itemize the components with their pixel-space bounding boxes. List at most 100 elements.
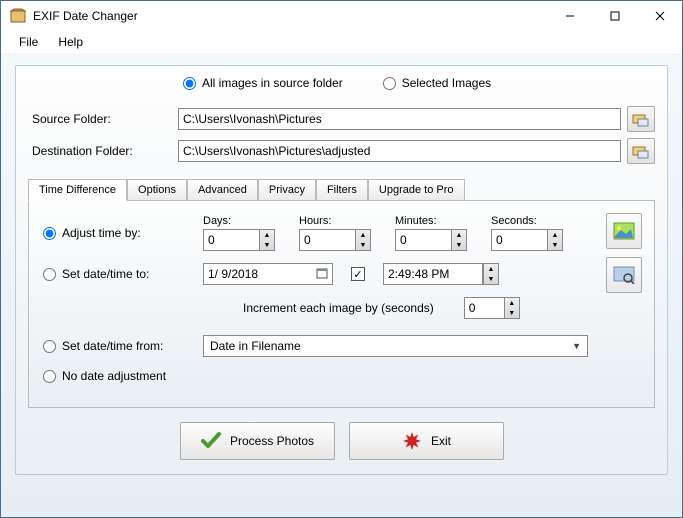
tab-privacy[interactable]: Privacy xyxy=(258,179,316,201)
days-column: Days: ▲▼ xyxy=(203,215,275,251)
folder-icon xyxy=(632,143,650,159)
hours-column: Hours: ▲▼ xyxy=(299,215,371,251)
tab-strip: Time Difference Options Advanced Privacy… xyxy=(28,178,655,200)
set-from-value: Date in Filename xyxy=(210,339,301,353)
set-date-time-row: Set date/time to: 1/ 9/2018 ✓ 2:49:48 PM xyxy=(43,263,640,285)
image-search-button[interactable] xyxy=(606,257,642,293)
time-value: 2:49:48 PM xyxy=(388,267,449,281)
minimize-button[interactable] xyxy=(547,1,592,31)
process-photos-label: Process Photos xyxy=(230,434,314,448)
radio-set-from-input[interactable] xyxy=(43,340,56,353)
radio-set-date-time[interactable]: Set date/time to: xyxy=(43,267,203,281)
folder-icon xyxy=(632,111,650,127)
increment-spinner[interactable]: ▲▼ xyxy=(464,297,520,319)
window-controls xyxy=(547,1,682,31)
radio-adjust-time[interactable]: Adjust time by: xyxy=(43,226,203,240)
set-from-row: Set date/time from: Date in Filename ▼ xyxy=(43,335,640,357)
radio-adjust-time-label: Adjust time by: xyxy=(62,226,141,240)
tab-content-time-difference: Adjust time by: Days: ▲▼ Hours: xyxy=(28,200,655,408)
menu-bar: File Help xyxy=(1,31,682,53)
tab-advanced[interactable]: Advanced xyxy=(187,179,258,201)
set-from-dropdown[interactable]: Date in Filename ▼ xyxy=(203,335,588,357)
hours-label: Hours: xyxy=(299,215,371,227)
image-preview-button[interactable] xyxy=(606,213,642,249)
tab-upgrade[interactable]: Upgrade to Pro xyxy=(368,179,465,201)
search-picture-icon xyxy=(613,266,635,284)
seconds-column: Seconds: ▲▼ xyxy=(491,215,563,251)
radio-all-images-label: All images in source folder xyxy=(202,76,343,90)
radio-all-images-input[interactable] xyxy=(183,77,196,90)
radio-set-date-time-input[interactable] xyxy=(43,268,56,281)
image-selection-radios: All images in source folder Selected Ima… xyxy=(183,76,655,96)
no-adjustment-row: No date adjustment xyxy=(43,369,640,383)
time-spin-arrows[interactable]: ▲▼ xyxy=(483,263,499,285)
destination-folder-label: Destination Folder: xyxy=(28,144,178,158)
date-value: 1/ 9/2018 xyxy=(208,267,258,281)
app-icon xyxy=(9,7,27,25)
minutes-label: Minutes: xyxy=(395,215,467,227)
radio-set-from[interactable]: Set date/time from: xyxy=(43,339,203,353)
destination-browse-button[interactable] xyxy=(627,138,655,164)
date-picker[interactable]: 1/ 9/2018 xyxy=(203,263,333,285)
hours-input[interactable] xyxy=(299,229,355,251)
menu-file[interactable]: File xyxy=(11,33,46,51)
time-picker-wrapper: 2:49:48 PM ▲▼ xyxy=(383,263,499,285)
chevron-down-icon: ▼ xyxy=(572,341,581,351)
source-folder-label: Source Folder: xyxy=(28,112,178,126)
checkmark-icon xyxy=(200,430,222,452)
hours-spin-arrows[interactable]: ▲▼ xyxy=(355,229,371,251)
time-enabled-checkbox[interactable]: ✓ xyxy=(351,267,365,281)
minutes-input[interactable] xyxy=(395,229,451,251)
increment-spin-arrows[interactable]: ▲▼ xyxy=(504,297,520,319)
radio-no-adjustment-label: No date adjustment xyxy=(62,369,166,383)
exit-label: Exit xyxy=(431,434,451,448)
radio-all-images[interactable]: All images in source folder xyxy=(183,76,343,90)
radio-selected-images-input[interactable] xyxy=(383,77,396,90)
menu-help[interactable]: Help xyxy=(50,33,91,51)
destination-folder-input[interactable] xyxy=(178,140,621,162)
seconds-spin-arrows[interactable]: ▲▼ xyxy=(547,229,563,251)
exit-button[interactable]: Exit xyxy=(349,422,504,460)
picture-icon xyxy=(613,222,635,240)
days-label: Days: xyxy=(203,215,275,227)
seconds-spinner[interactable]: ▲▼ xyxy=(491,229,563,251)
side-buttons xyxy=(606,213,642,293)
tab-options[interactable]: Options xyxy=(127,179,187,201)
tab-filters[interactable]: Filters xyxy=(316,179,368,201)
main-window: EXIF Date Changer File Help All images i… xyxy=(0,0,683,518)
bottom-buttons: Process Photos xyxy=(28,422,655,460)
minutes-spin-arrows[interactable]: ▲▼ xyxy=(451,229,467,251)
minutes-spinner[interactable]: ▲▼ xyxy=(395,229,467,251)
source-browse-button[interactable] xyxy=(627,106,655,132)
seconds-input[interactable] xyxy=(491,229,547,251)
process-photos-button[interactable]: Process Photos xyxy=(180,422,335,460)
time-picker[interactable]: 2:49:48 PM xyxy=(383,263,483,285)
destination-folder-row: Destination Folder: xyxy=(28,138,655,164)
days-spinner[interactable]: ▲▼ xyxy=(203,229,275,251)
increment-row: Increment each image by (seconds) ▲▼ xyxy=(243,297,640,319)
seconds-label: Seconds: xyxy=(491,215,563,227)
increment-label: Increment each image by (seconds) xyxy=(243,301,434,315)
maximize-button[interactable] xyxy=(592,1,637,31)
radio-adjust-time-input[interactable] xyxy=(43,227,56,240)
app-title: EXIF Date Changer xyxy=(33,9,547,23)
radio-no-adjustment[interactable]: No date adjustment xyxy=(43,369,203,383)
adjust-time-row: Adjust time by: Days: ▲▼ Hours: xyxy=(43,215,640,251)
close-button[interactable] xyxy=(637,1,682,31)
main-panel: All images in source folder Selected Ima… xyxy=(15,65,668,475)
radio-selected-images[interactable]: Selected Images xyxy=(383,76,491,90)
burst-icon xyxy=(401,430,423,452)
increment-input[interactable] xyxy=(464,297,504,319)
days-input[interactable] xyxy=(203,229,259,251)
hours-spinner[interactable]: ▲▼ xyxy=(299,229,371,251)
radio-no-adjustment-input[interactable] xyxy=(43,370,56,383)
source-folder-row: Source Folder: xyxy=(28,106,655,132)
minutes-column: Minutes: ▲▼ xyxy=(395,215,467,251)
date-time-pickers: 1/ 9/2018 ✓ 2:49:48 PM ▲▼ xyxy=(203,263,499,285)
time-inputs: Days: ▲▼ Hours: ▲▼ xyxy=(203,215,563,251)
tab-time-difference[interactable]: Time Difference xyxy=(28,179,127,201)
content-area: All images in source folder Selected Ima… xyxy=(1,53,682,517)
radio-selected-images-label: Selected Images xyxy=(402,76,491,90)
source-folder-input[interactable] xyxy=(178,108,621,130)
days-spin-arrows[interactable]: ▲▼ xyxy=(259,229,275,251)
